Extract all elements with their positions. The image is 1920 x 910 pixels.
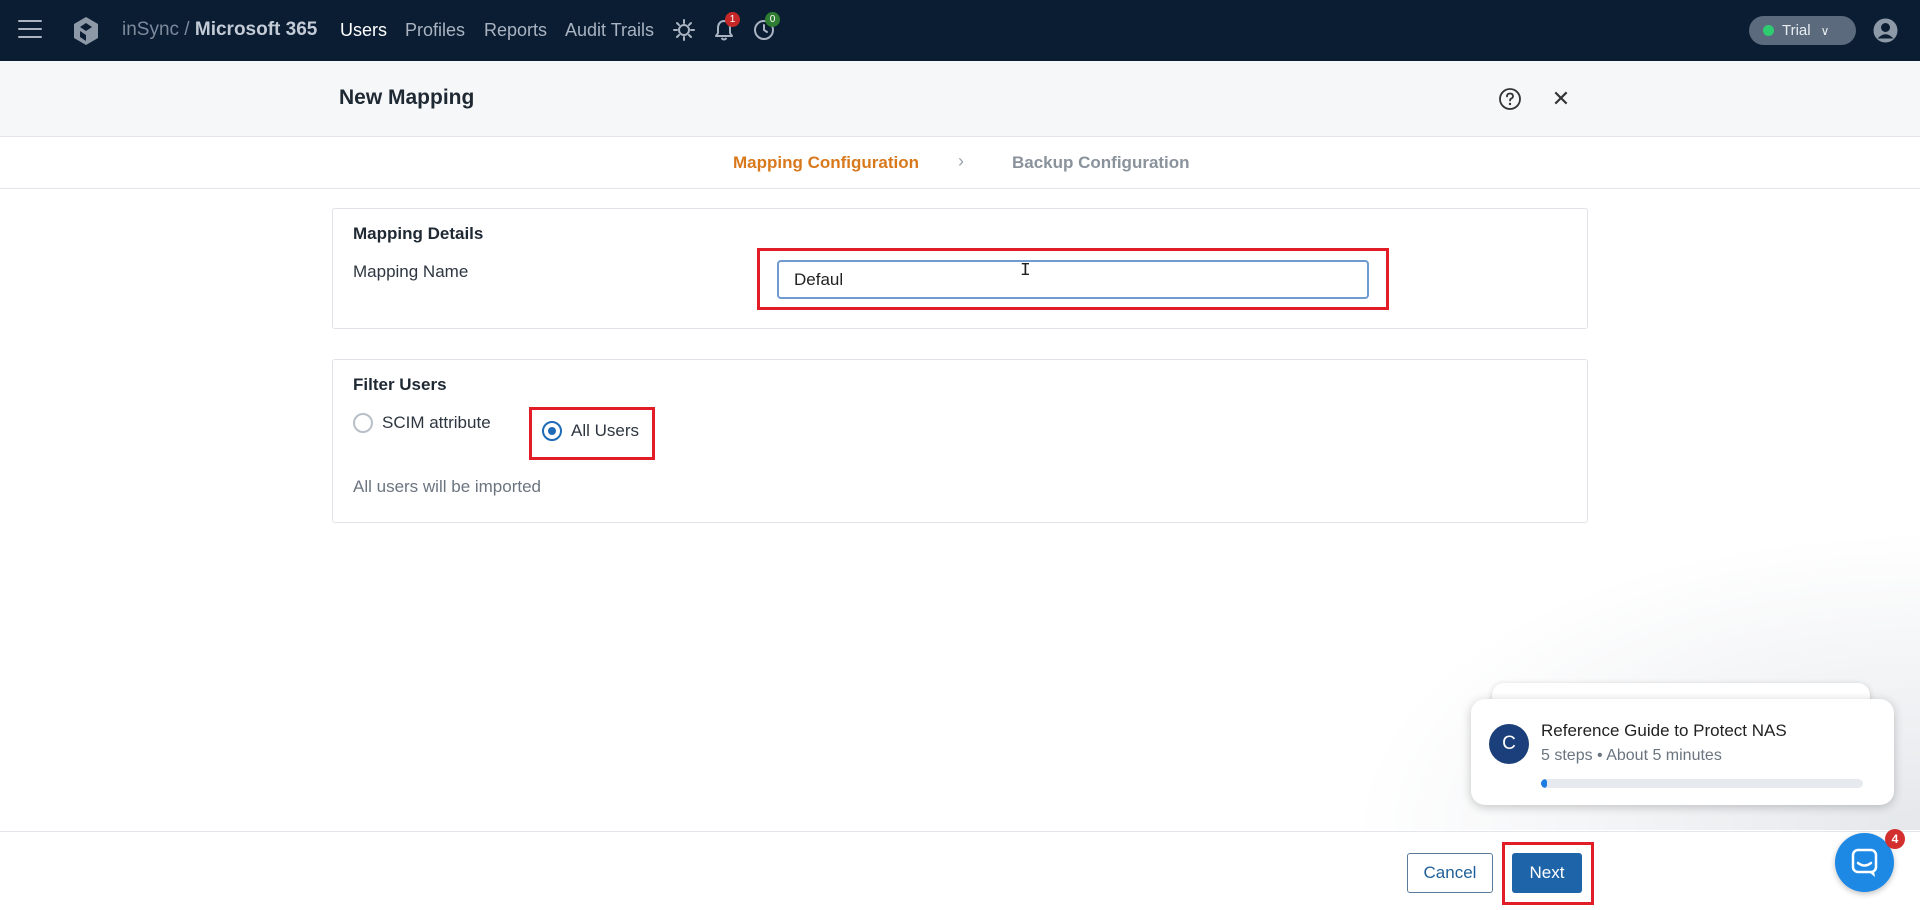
nav-reports[interactable]: Reports: [484, 20, 547, 41]
chevron-right-icon: ›: [958, 151, 964, 171]
filter-users-title: Filter Users: [353, 375, 447, 394]
guide-avatar: C: [1489, 724, 1529, 764]
logo-icon[interactable]: [70, 15, 102, 47]
settings-icon[interactable]: [671, 17, 697, 43]
nav-users[interactable]: Users: [340, 20, 387, 41]
brand-product: Microsoft 365: [194, 19, 318, 40]
guide-progress-fill: [1541, 779, 1548, 788]
user-avatar-icon[interactable]: [1872, 17, 1899, 44]
page-header: New Mapping ✕: [0, 61, 1920, 137]
filter-helper-text: All users will be imported: [353, 477, 542, 496]
radio-scim-attribute-label: SCIM attribute: [382, 413, 491, 432]
all-users-highlight: All Users: [529, 407, 655, 460]
nav-audit-trails[interactable]: Audit Trails: [565, 20, 654, 41]
cancel-button[interactable]: Cancel: [1407, 853, 1493, 893]
brand-prefix: inSync /: [122, 19, 190, 40]
guide-progress-bar: [1541, 779, 1863, 788]
radio-scim-attribute[interactable]: SCIM attribute: [353, 413, 491, 433]
radio-all-users[interactable]: All Users: [542, 421, 639, 441]
wizard-stepper: Mapping Configuration › Backup Configura…: [0, 137, 1920, 189]
page-title: New Mapping: [339, 86, 475, 109]
chat-unread-badge: 4: [1885, 829, 1905, 849]
mapping-name-highlight: [757, 248, 1389, 310]
reference-guide-card[interactable]: C Reference Guide to Protect NAS 5 steps…: [1471, 699, 1894, 805]
jobs-badge: 0: [765, 12, 780, 27]
step-backup-configuration[interactable]: Backup Configuration: [1012, 153, 1190, 173]
notifications-badge: 1: [725, 12, 740, 27]
trial-dropdown[interactable]: Trial ∨: [1749, 16, 1856, 45]
guide-subtitle: 5 steps • About 5 minutes: [1541, 747, 1722, 764]
filter-users-card: Filter Users SCIM attribute All Users Al…: [332, 359, 1588, 523]
trial-label: Trial: [1782, 22, 1811, 39]
next-button-highlight: Next: [1502, 842, 1594, 905]
mapping-details-card: Mapping Details Mapping Name I: [332, 208, 1588, 329]
hamburger-menu-icon[interactable]: [18, 20, 42, 40]
radio-all-users-label: All Users: [571, 421, 640, 440]
step-mapping-configuration[interactable]: Mapping Configuration: [733, 153, 919, 173]
wizard-footer: Cancel Next: [0, 831, 1920, 910]
guide-title: Reference Guide to Protect NAS: [1541, 721, 1787, 740]
brand-title: inSync / Microsoft 365: [122, 19, 317, 41]
top-navigation-bar: inSync / Microsoft 365 Users Profiles Re…: [0, 0, 1920, 61]
mapping-name-input[interactable]: [777, 260, 1369, 299]
chevron-down-icon: ∨: [1820, 23, 1830, 38]
trial-status-dot: [1763, 25, 1774, 36]
mapping-details-title: Mapping Details: [353, 224, 484, 243]
radio-checked-icon[interactable]: [542, 421, 562, 441]
next-button[interactable]: Next: [1512, 853, 1582, 893]
help-icon[interactable]: [1498, 87, 1522, 111]
mapping-name-label: Mapping Name: [353, 262, 469, 281]
radio-unchecked-icon[interactable]: [353, 413, 373, 433]
close-icon[interactable]: ✕: [1549, 87, 1573, 111]
text-cursor-icon: I: [1020, 261, 1031, 281]
nav-profiles[interactable]: Profiles: [405, 20, 465, 41]
